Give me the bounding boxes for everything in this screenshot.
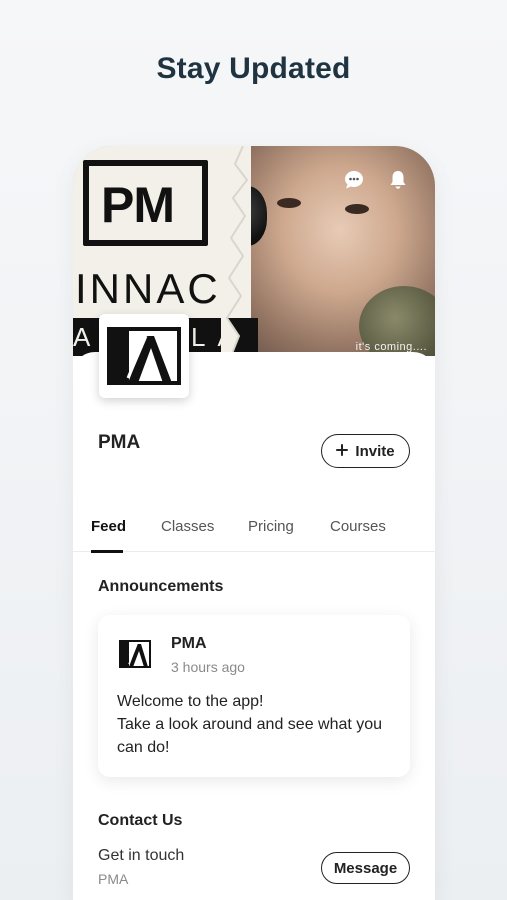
tab-pricing[interactable]: Pricing [248,518,294,535]
pma-logo-icon [107,327,181,385]
plus-icon [336,443,349,460]
post-timestamp: 3 hours ago [171,659,245,675]
contact-title: Contact Us [98,812,183,829]
phone-frame: PM INNAC A LA it's coming.... PMA Invite… [73,146,435,900]
post-avatar [117,636,153,672]
chat-bubble-icon[interactable] [342,168,366,192]
tab-bar: Feed Classes Pricing Courses [73,518,435,553]
page-headline: Stay Updated [156,52,351,85]
tab-courses[interactable]: Courses [330,518,386,535]
org-name: PMA [98,432,141,453]
cover-poster-word: INNAC [75,265,221,312]
message-button[interactable]: Message [321,852,410,884]
tab-classes[interactable]: Classes [161,518,214,535]
pma-logo-icon [119,640,151,668]
profile-content: PMA Invite Feed Classes Pricing Courses … [73,352,435,900]
active-tab-indicator [91,550,123,553]
post-line-1: Welcome to the app! [117,693,264,710]
tab-feed[interactable]: Feed [91,518,126,535]
org-logo[interactable] [99,314,189,398]
bell-icon[interactable] [386,168,410,192]
contact-org: PMA [98,871,129,887]
contact-line: Get in touch [98,847,185,864]
post-body: Welcome to the app! Take a look around a… [117,690,397,759]
invite-button[interactable]: Invite [321,434,410,468]
cover-eye-left [277,198,301,208]
cover-logo-text: PM [101,177,175,233]
announcement-card[interactable]: PMA 3 hours ago Welcome to the app! Take… [98,615,410,777]
post-line-2: Take a look around and see what you can … [117,716,383,756]
post-author: PMA [171,635,207,652]
cover-eye-right [345,204,369,214]
announcements-title: Announcements [98,578,224,595]
invite-label: Invite [355,442,395,460]
torn-edge [221,146,249,356]
